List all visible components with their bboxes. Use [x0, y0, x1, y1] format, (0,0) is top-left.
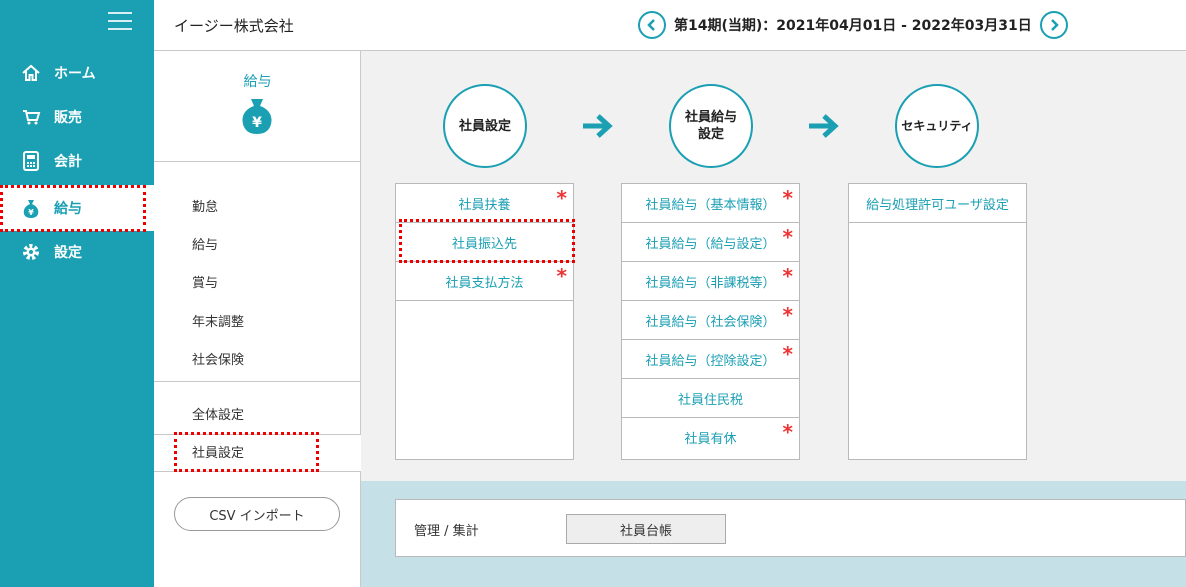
chevron-right-icon: [1050, 19, 1059, 31]
required-marker: *: [556, 186, 567, 210]
nav-item-accounting[interactable]: 会計: [0, 141, 154, 181]
submenu-item-social-insurance[interactable]: 社会保険: [192, 349, 244, 368]
management-summary-box: 管理 / 集計 社員台帳: [395, 499, 1186, 557]
cart-icon: [20, 106, 42, 128]
payroll-permission-users-link[interactable]: 給与処理許可ユーザ設定: [849, 184, 1026, 223]
nav-item-label: 会計: [54, 154, 82, 170]
submenu-item-salary[interactable]: 給与: [192, 234, 218, 253]
step-security: セキュリティ: [895, 84, 979, 168]
salary-deduction-settings-link[interactable]: 社員給与（控除設定） *: [622, 340, 799, 379]
next-period-button[interactable]: [1039, 11, 1068, 39]
money-bag-icon: ¥: [242, 99, 272, 134]
required-marker: *: [782, 303, 793, 327]
link-label: 社員給与（社会保険）: [645, 314, 776, 330]
home-icon: [20, 62, 42, 84]
employee-ledger-button[interactable]: 社員台帳: [566, 514, 726, 544]
nav-item-label: 設定: [54, 245, 82, 261]
hamburger-menu-icon[interactable]: [108, 12, 132, 34]
salary-basic-info-link[interactable]: 社員給与（基本情報） *: [622, 184, 799, 223]
payroll-submenu: 給与 ¥ 勤怠 給与 賞与 年末調整 社会保険 全体設定 社員設定 CSV イン…: [154, 51, 362, 587]
nav-item-settings[interactable]: 設定: [0, 232, 154, 272]
calculator-icon: [20, 150, 42, 172]
gear-icon: [20, 241, 42, 263]
employee-dependents-link[interactable]: 社員扶養 *: [396, 184, 573, 223]
link-label: 社員給与（基本情報）: [645, 197, 776, 213]
company-name: イージー株式会社: [174, 17, 294, 35]
highlight-box-nav-payroll: [0, 185, 146, 232]
submenu-item-bonus[interactable]: 賞与: [192, 272, 218, 291]
left-navigation: ホーム 販売 会計 ¥ 給与 設定: [0, 0, 154, 587]
salary-social-insurance-link[interactable]: 社員給与（社会保険） *: [622, 301, 799, 340]
step-employee-salary-settings: 社員給与 設定: [669, 84, 753, 168]
svg-text:¥: ¥: [252, 115, 262, 131]
fiscal-period-selector: 第14期(当期)：2021年04月01日 - 2022年03月31日: [638, 11, 1068, 39]
required-marker: *: [782, 420, 793, 444]
nav-item-home[interactable]: ホーム: [0, 53, 154, 93]
link-label: 給与処理許可ユーザ設定: [866, 197, 1009, 213]
link-label: 社員支払方法: [445, 275, 524, 291]
link-label: 社員給与（控除設定）: [645, 353, 776, 369]
required-marker: *: [782, 264, 793, 288]
divider: [154, 161, 361, 162]
security-panel: 給与処理許可ユーザ設定: [848, 183, 1027, 460]
link-label: 社員有休: [684, 432, 737, 447]
arrow-right-icon: [809, 114, 839, 138]
chevron-left-icon: [647, 19, 655, 31]
step-employee-settings: 社員設定: [443, 84, 527, 168]
required-marker: *: [782, 225, 793, 249]
nav-item-label: 販売: [54, 110, 82, 126]
employee-salary-panel: 社員給与（基本情報） * 社員給与（給与設定） * 社員給与（非課税等） * 社…: [621, 183, 800, 460]
salary-settings-link[interactable]: 社員給与（給与設定） *: [622, 223, 799, 262]
divider: [154, 381, 361, 382]
link-label: 社員給与（給与設定）: [645, 236, 776, 252]
required-marker: *: [782, 186, 793, 210]
highlight-box-employee-settings: [174, 432, 319, 472]
highlight-box-bank-account: [399, 219, 575, 263]
salary-non-taxable-link[interactable]: 社員給与（非課税等） *: [622, 262, 799, 301]
csv-import-button[interactable]: CSV インポート: [174, 497, 340, 531]
previous-period-button[interactable]: [638, 11, 666, 39]
submenu-title: 給与: [243, 74, 272, 90]
paid-leave-link[interactable]: 社員有休 *: [622, 418, 799, 457]
required-marker: *: [556, 264, 567, 288]
employee-payment-method-link[interactable]: 社員支払方法 *: [396, 262, 573, 301]
submenu-item-general-settings[interactable]: 全体設定: [192, 404, 244, 423]
management-label: 管理 / 集計: [414, 524, 479, 539]
nav-item-sales[interactable]: 販売: [0, 97, 154, 137]
arrow-right-icon: [583, 114, 613, 138]
submenu-item-year-end-adjustment[interactable]: 年末調整: [192, 311, 244, 330]
link-label: 社員扶養: [458, 197, 511, 213]
nav-item-label: ホーム: [54, 66, 96, 82]
link-label: 社員給与（非課税等）: [645, 275, 776, 291]
link-label: 社員住民税: [677, 392, 743, 408]
fiscal-period-text: 第14期(当期)：2021年04月01日 - 2022年03月31日: [674, 18, 1032, 34]
resident-tax-link[interactable]: 社員住民税: [622, 379, 799, 418]
header: イージー株式会社 第14期(当期)：2021年04月01日 - 2022年03月…: [154, 0, 1186, 51]
required-marker: *: [782, 342, 793, 366]
submenu-item-attendance[interactable]: 勤怠: [192, 196, 218, 215]
